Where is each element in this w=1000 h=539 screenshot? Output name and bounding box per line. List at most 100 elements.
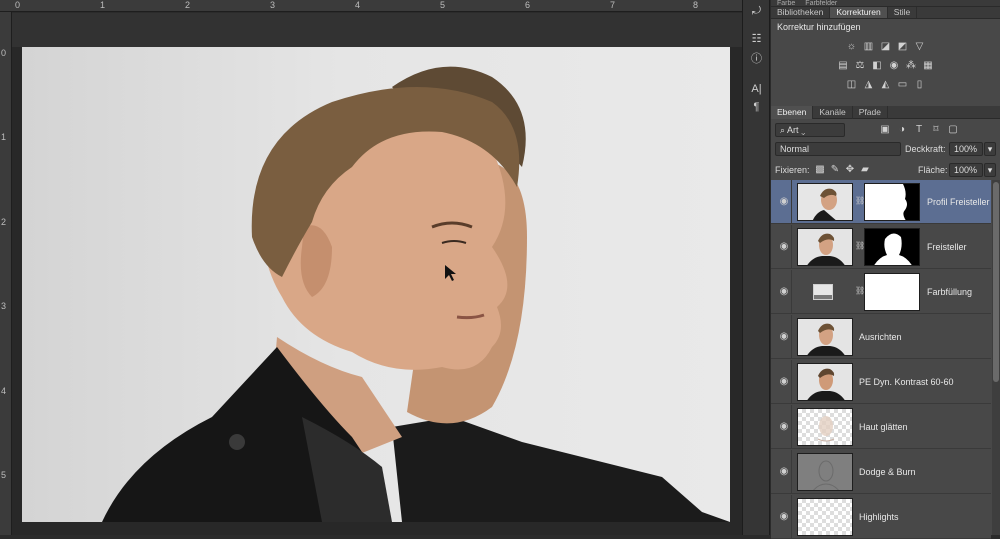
- blend-mode-select[interactable]: Normal: [775, 142, 901, 156]
- layers-scrollbar-thumb[interactable]: [993, 182, 999, 382]
- lock-position-icon[interactable]: ✥: [844, 164, 856, 176]
- character-icon[interactable]: A|: [749, 82, 764, 97]
- brightness-icon[interactable]: ☼: [846, 41, 858, 53]
- layer-thumbnail: [797, 498, 853, 536]
- right-panel: Farbe Farbfelder Bibliotheken Korrekture…: [771, 0, 1000, 539]
- ruler-number: 1: [100, 0, 106, 10]
- layer-row[interactable]: ◉ ⛓ Profil Freisteller: [771, 180, 991, 224]
- tab-farbe[interactable]: Farbe: [777, 0, 795, 6]
- vibrance-icon[interactable]: ▤: [837, 60, 849, 72]
- visibility-eye-icon[interactable]: ◉: [777, 195, 791, 209]
- paragraph-icon[interactable]: ¶: [749, 100, 764, 115]
- ruler-number: 0: [15, 0, 21, 10]
- type-filter-icon[interactable]: T: [913, 124, 925, 136]
- info-icon[interactable]: ⓘ: [749, 52, 764, 67]
- vertical-ruler[interactable]: 0 1 2 3 4 5: [0, 12, 12, 535]
- side-toolbar: ⤾ ☷ ⓘ A| ¶: [742, 0, 770, 535]
- visibility-eye-icon[interactable]: ◉: [777, 330, 791, 344]
- layer-thumbnail: [797, 363, 853, 401]
- ruler-number: 1: [1, 132, 7, 142]
- balance-icon[interactable]: ⚖: [854, 60, 866, 72]
- ruler-number: 5: [440, 0, 446, 10]
- visibility-eye-icon[interactable]: ◉: [777, 465, 791, 479]
- layer-name[interactable]: Ausrichten: [859, 330, 902, 344]
- exposure-icon[interactable]: ◩: [897, 41, 909, 53]
- lock-all-icon[interactable]: ▰: [859, 164, 871, 176]
- adjustment-icons-row1: ☼ ▥ ◪ ◩ ▽: [771, 37, 1000, 56]
- link-icon[interactable]: ⛓: [855, 285, 865, 297]
- visibility-eye-icon[interactable]: ◉: [777, 285, 791, 299]
- layer-thumbnail: [797, 453, 853, 491]
- lock-transparency-icon[interactable]: ▩: [814, 164, 826, 176]
- fill-layer-icon: [813, 284, 833, 300]
- layer-thumbnail: [797, 318, 853, 356]
- layer-name[interactable]: Profil Freisteller: [927, 195, 990, 209]
- opacity-dropdown[interactable]: ▾: [984, 142, 996, 156]
- posterize-icon[interactable]: ◮: [863, 79, 875, 91]
- visibility-eye-icon[interactable]: ◉: [777, 240, 791, 254]
- color-tabs: Farbe Farbfelder: [771, 0, 1000, 7]
- layer-row[interactable]: ◉ ⛓ Freisteller: [771, 225, 991, 269]
- layer-mask-thumbnail[interactable]: [864, 273, 920, 311]
- triangle-icon[interactable]: ▽: [914, 41, 926, 53]
- tab-bibliotheken[interactable]: Bibliotheken: [771, 7, 831, 18]
- layer-row[interactable]: ◉ Haut glätten: [771, 405, 991, 449]
- layer-name[interactable]: Dodge & Burn: [859, 465, 916, 479]
- tab-pfade[interactable]: Pfade: [853, 106, 888, 119]
- layer-row[interactable]: ◉ Highlights: [771, 495, 991, 539]
- adjustment-filter-icon[interactable]: ◑: [896, 124, 908, 136]
- link-icon[interactable]: ⛓: [855, 240, 865, 252]
- tab-stile[interactable]: Stile: [888, 7, 918, 18]
- divider: [791, 180, 792, 224]
- visibility-eye-icon[interactable]: ◉: [777, 375, 791, 389]
- shape-filter-icon[interactable]: ⌑: [930, 124, 942, 136]
- fill-input[interactable]: 100%: [949, 163, 983, 177]
- curves-icon[interactable]: ◪: [880, 41, 892, 53]
- photo-composite[interactable]: [22, 47, 730, 522]
- layer-name[interactable]: Highlights: [859, 510, 899, 524]
- tab-ebenen[interactable]: Ebenen: [771, 106, 814, 119]
- opacity-label: Deckkraft:: [905, 144, 946, 154]
- image-filter-icon[interactable]: ▣: [879, 124, 891, 136]
- photo-filter-icon[interactable]: ◉: [888, 60, 900, 72]
- layer-filter-select[interactable]: ⌕ Art ⌄: [775, 123, 845, 137]
- levels-icon[interactable]: ▥: [863, 41, 875, 53]
- tab-kanaele[interactable]: Kanäle: [813, 106, 853, 119]
- invert-icon[interactable]: ◫: [846, 79, 858, 91]
- horizontal-ruler[interactable]: 0 1 2 3 4 5 6 7 8: [0, 0, 742, 12]
- layer-thumbnail: [797, 183, 853, 221]
- layer-name[interactable]: Farbfüllung: [927, 285, 972, 299]
- bw-icon[interactable]: ◧: [871, 60, 883, 72]
- lookup-icon[interactable]: ▦: [922, 60, 934, 72]
- fill-dropdown[interactable]: ▾: [984, 163, 996, 177]
- adjustment-icons-row2: ▤ ⚖ ◧ ◉ ⁂ ▦: [771, 56, 1000, 75]
- gradient-map-icon[interactable]: ▭: [897, 79, 909, 91]
- lock-pixels-icon[interactable]: ✎: [829, 164, 841, 176]
- channel-mixer-icon[interactable]: ⁂: [905, 60, 917, 72]
- visibility-eye-icon[interactable]: ◉: [777, 510, 791, 524]
- smart-object-filter-icon[interactable]: ▢: [947, 124, 959, 136]
- tab-korrekturen[interactable]: Korrekturen: [830, 7, 888, 18]
- threshold-icon[interactable]: ◭: [880, 79, 892, 91]
- layer-name[interactable]: Haut glätten: [859, 420, 908, 434]
- adjustments-title: Korrektur hinzufügen: [777, 22, 861, 32]
- fill-value: 100%: [954, 165, 978, 175]
- layer-mask-thumbnail[interactable]: [864, 183, 920, 221]
- layer-mask-thumbnail[interactable]: [864, 228, 920, 266]
- layer-row[interactable]: ◉ ⛓ Farbfüllung: [771, 270, 991, 314]
- divider: [791, 450, 792, 494]
- link-icon[interactable]: ⛓: [855, 195, 865, 207]
- visibility-eye-icon[interactable]: ◉: [777, 420, 791, 434]
- selective-color-icon[interactable]: ▯: [914, 79, 926, 91]
- layer-name[interactable]: PE Dyn. Kontrast 60-60: [859, 375, 954, 389]
- layer-row[interactable]: ◉ Ausrichten: [771, 315, 991, 359]
- tab-farbfelder[interactable]: Farbfelder: [805, 0, 837, 6]
- divider: [791, 360, 792, 404]
- layer-row[interactable]: ◉ Dodge & Burn: [771, 450, 991, 494]
- layer-name[interactable]: Freisteller: [927, 240, 967, 254]
- layer-thumbnail: [797, 408, 853, 446]
- layer-row[interactable]: ◉ PE Dyn. Kontrast 60-60: [771, 360, 991, 404]
- opacity-input[interactable]: 100%: [949, 142, 983, 156]
- history-icon[interactable]: ⤾: [749, 4, 764, 19]
- properties-icon[interactable]: ☷: [749, 32, 764, 47]
